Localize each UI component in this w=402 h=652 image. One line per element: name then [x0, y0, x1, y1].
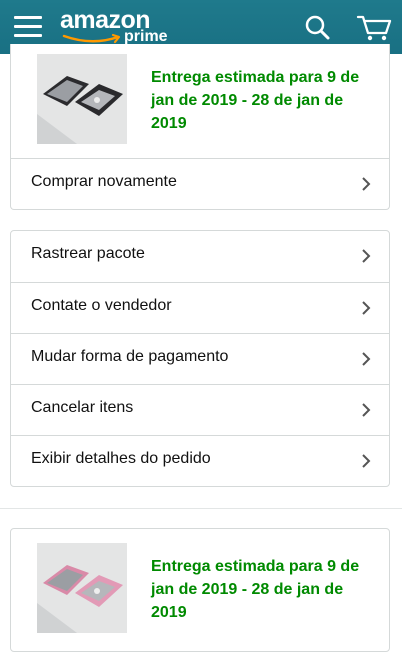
- order-details-row[interactable]: Exibir detalhes do pedido: [11, 435, 389, 486]
- buy-again-label: Comprar novamente: [31, 173, 177, 190]
- order-card-2: Entrega estimada para 9 de jan de 2019 -…: [10, 528, 390, 652]
- chevron-right-icon: [362, 177, 371, 191]
- buy-again-row[interactable]: Comprar novamente: [11, 158, 389, 209]
- chevron-right-icon: [362, 352, 371, 366]
- product-image-2[interactable]: [37, 543, 127, 633]
- order-actions-card: Rastrear pacote Contate o vendedor Mudar…: [10, 230, 390, 487]
- cart-icon[interactable]: [356, 12, 392, 42]
- order-item-1[interactable]: Entrega estimada para 9 de jan de 2019 -…: [11, 54, 389, 154]
- delivery-estimate-2: Entrega estimada para 9 de jan de 2019 -…: [151, 558, 360, 621]
- section-divider: [0, 508, 402, 509]
- chevron-right-icon: [362, 403, 371, 417]
- change-payment-label: Mudar forma de pagamento: [31, 348, 229, 365]
- track-package-row[interactable]: Rastrear pacote: [11, 231, 389, 282]
- track-package-label: Rastrear pacote: [31, 245, 145, 262]
- cancel-items-label: Cancelar itens: [31, 399, 134, 416]
- delivery-estimate-1: Entrega estimada para 9 de jan de 2019 -…: [151, 69, 360, 132]
- cancel-items-row[interactable]: Cancelar itens: [11, 384, 389, 435]
- chevron-right-icon: [362, 301, 371, 315]
- chevron-right-icon: [362, 249, 371, 263]
- order-card-1: Entrega estimada para 9 de jan de 2019 -…: [10, 44, 390, 210]
- menu-icon[interactable]: [14, 14, 42, 38]
- product-image-1[interactable]: [37, 54, 127, 144]
- chevron-right-icon: [362, 454, 371, 468]
- search-icon[interactable]: [304, 14, 330, 40]
- order-details-label: Exibir detalhes do pedido: [31, 450, 211, 467]
- amazon-prime-logo[interactable]: amazon prime: [60, 6, 176, 48]
- change-payment-row[interactable]: Mudar forma de pagamento: [11, 333, 389, 384]
- order-item-2[interactable]: Entrega estimada para 9 de jan de 2019 -…: [11, 543, 389, 643]
- contact-seller-label: Contate o vendedor: [31, 297, 172, 314]
- contact-seller-row[interactable]: Contate o vendedor: [11, 282, 389, 333]
